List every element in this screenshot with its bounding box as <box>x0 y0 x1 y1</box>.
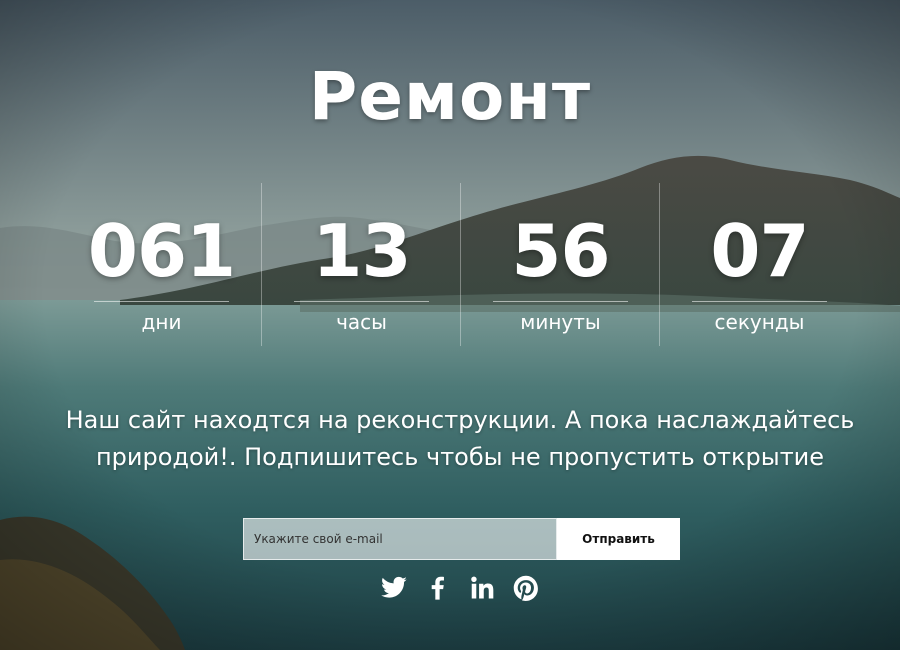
pinterest-icon <box>512 574 540 602</box>
countdown-minutes: 56 минуты <box>460 183 660 346</box>
countdown-days-label: дни <box>141 310 182 334</box>
submit-button[interactable]: Отправить <box>557 518 680 560</box>
facebook-link[interactable] <box>424 574 452 602</box>
countdown-divider <box>294 301 429 302</box>
social-links <box>380 574 540 602</box>
countdown-divider <box>493 301 628 302</box>
linkedin-link[interactable] <box>468 574 496 602</box>
countdown-days: 061 дни <box>62 183 261 346</box>
countdown-days-value: 061 <box>87 209 236 293</box>
facebook-icon <box>424 574 452 602</box>
countdown-divider <box>94 301 229 302</box>
linkedin-icon <box>468 574 496 602</box>
site-logo: Ремонт <box>308 58 592 135</box>
twitter-icon <box>380 574 408 602</box>
countdown-divider <box>692 301 827 302</box>
message-line-2: природой!. Подпишитесь чтобы не пропусти… <box>95 443 825 471</box>
countdown-seconds-label: секунды <box>714 310 805 334</box>
countdown-seconds-value: 07 <box>710 209 809 293</box>
countdown-hours-value: 13 <box>312 209 411 293</box>
countdown-timer: 061 дни 13 часы 56 минуты 07 секунды <box>62 183 860 346</box>
countdown-minutes-label: минуты <box>520 310 601 334</box>
countdown-hours-label: часы <box>336 310 387 334</box>
pinterest-link[interactable] <box>512 574 540 602</box>
countdown-minutes-value: 56 <box>511 209 610 293</box>
maintenance-message: Наш сайт находтся на реконструкции. А по… <box>30 402 890 476</box>
email-input[interactable] <box>243 518 557 560</box>
countdown-hours: 13 часы <box>261 183 461 346</box>
subscribe-form: Отправить <box>243 518 680 560</box>
twitter-link[interactable] <box>380 574 408 602</box>
countdown-seconds: 07 секунды <box>659 183 859 346</box>
message-line-1: Наш сайт находтся на реконструкции. А по… <box>65 406 855 434</box>
